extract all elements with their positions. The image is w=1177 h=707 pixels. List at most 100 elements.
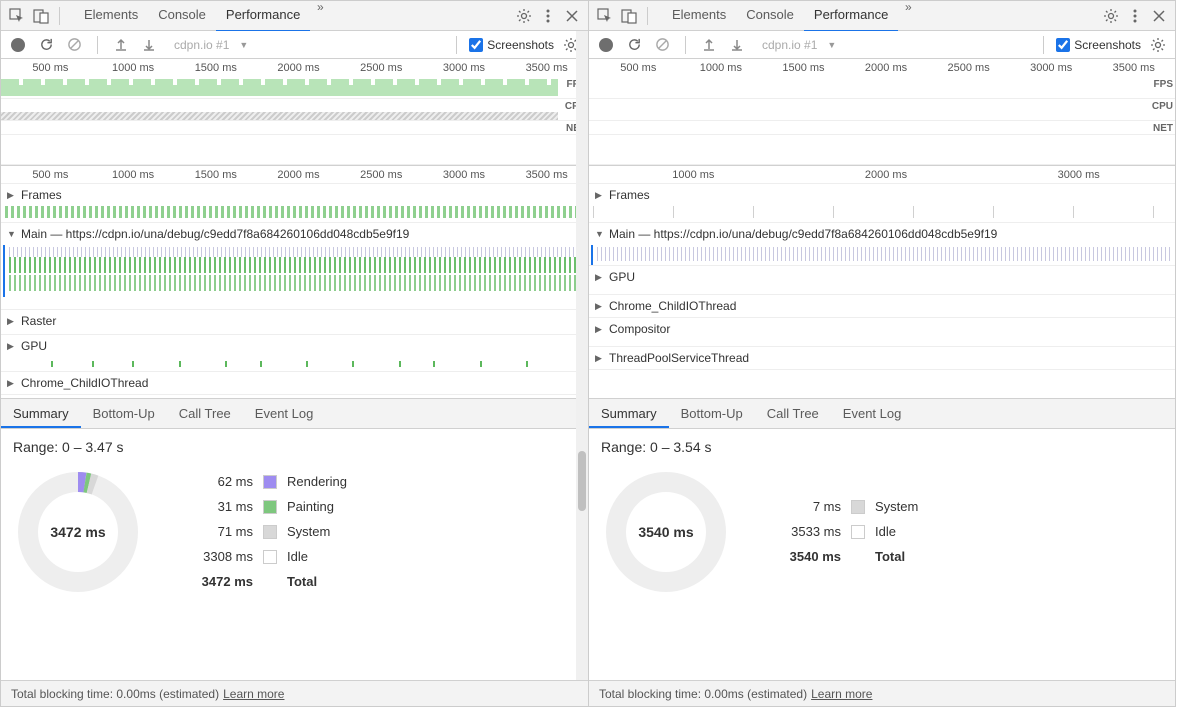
tab-elements[interactable]: Elements [74,0,148,32]
flamechart-region[interactable]: 500 ms1000 ms1500 ms2000 ms2500 ms3000 m… [1,166,588,399]
status-bar: Total blocking time: 0.00ms (estimated) … [589,680,1175,706]
btab-eventlog[interactable]: Event Log [243,399,326,428]
thread-chrome-io[interactable]: ▶Chrome_ChildIOThread [589,295,1175,318]
legend-row: 7 msSystem [771,499,918,514]
reload-button[interactable] [35,34,57,56]
inspect-icon[interactable] [593,4,617,28]
separator [97,36,98,54]
cpu-track: CPU [1,99,588,121]
thread-main[interactable]: ▼Main — https://cdpn.io/una/debug/c9edd7… [1,223,588,310]
btab-calltree[interactable]: Call Tree [755,399,831,428]
download-icon[interactable] [138,34,160,56]
legend-row: 3308 msIdle [183,549,347,564]
device-toggle-icon[interactable] [617,4,641,28]
thread-raster[interactable]: ▶Raster [1,310,588,335]
thread-chrome-io[interactable]: ▶Chrome_ChildIOThread [1,372,588,395]
tab-elements[interactable]: Elements [662,0,736,32]
target-selector[interactable]: cdpn.io #1▼ [754,38,1031,52]
clear-button[interactable] [63,34,85,56]
thread-compositor[interactable]: ▶Compositor [589,318,1175,347]
screenshots-input[interactable] [469,38,483,52]
swatch-idle [263,550,277,564]
disclosure-icon[interactable]: ▶ [595,324,605,335]
disclosure-icon[interactable]: ▼ [7,229,17,239]
separator [456,36,457,54]
thread-frames[interactable]: ▶Frames [589,184,1175,223]
reload-button[interactable] [623,34,645,56]
thread-main[interactable]: ▼Main — https://cdpn.io/una/debug/c9edd7… [589,223,1175,266]
record-button[interactable] [7,34,29,56]
thread-threadpool[interactable]: ▶ThreadPoolServiceThread [589,347,1175,370]
disclosure-icon[interactable]: ▼ [595,229,605,239]
legend-row: 3533 msIdle [771,524,918,539]
tab-console[interactable]: Console [736,0,804,32]
swatch-idle [851,525,865,539]
thread-frames[interactable]: ▶Frames [1,184,588,223]
scrollbar-thumb[interactable] [578,451,586,511]
disclosure-icon[interactable]: ▶ [7,190,17,201]
clear-button[interactable] [651,34,673,56]
tab-performance[interactable]: Performance [216,0,310,32]
frames-strip [593,206,1171,218]
upload-icon[interactable] [698,34,720,56]
disclosure-icon[interactable]: ▶ [7,341,17,352]
screenshots-checkbox[interactable]: Screenshots [469,38,554,52]
btab-summary[interactable]: Summary [589,399,669,428]
close-icon[interactable] [1147,4,1171,28]
flamechart-region[interactable]: 1000 ms2000 ms3000 ms ▶Frames ▼Main — ht… [589,166,1175,399]
separator [1043,36,1044,54]
device-toggle-icon[interactable] [29,4,53,28]
learn-more-link[interactable]: Learn more [811,687,872,701]
disclosure-icon[interactable]: ▶ [595,272,605,283]
range-text: Range: 0 – 3.54 s [601,439,1163,455]
fps-track: FPS [1,77,588,99]
download-icon[interactable] [726,34,748,56]
settings-icon[interactable] [1099,4,1123,28]
chevron-down-icon: ▼ [239,40,248,50]
disclosure-icon[interactable]: ▶ [595,301,605,312]
disclosure-icon[interactable]: ▶ [595,353,605,364]
swatch-system [851,500,865,514]
legend-row-total: 3540 msTotal [771,549,918,564]
scrollbar[interactable] [576,31,588,680]
disclosure-icon[interactable]: ▶ [7,378,17,389]
capture-settings-icon[interactable] [1147,34,1169,56]
overview-region[interactable]: 500 ms1000 ms1500 ms2000 ms2500 ms3000 m… [1,59,588,166]
target-selector[interactable]: cdpn.io #1▼ [166,38,444,52]
record-button[interactable] [595,34,617,56]
inspect-icon[interactable] [5,4,29,28]
learn-more-link[interactable]: Learn more [223,687,284,701]
target-label: cdpn.io #1 [762,38,817,52]
btab-bottomup[interactable]: Bottom-Up [81,399,167,428]
settings-icon[interactable] [512,4,536,28]
tab-console[interactable]: Console [148,0,216,32]
bottom-tabs: Summary Bottom-Up Call Tree Event Log [1,399,588,429]
overview-region[interactable]: 500 ms1000 ms1500 ms2000 ms2500 ms3000 m… [589,59,1175,166]
screenshots-checkbox[interactable]: Screenshots [1056,38,1141,52]
tab-performance[interactable]: Performance [804,0,898,32]
btab-calltree[interactable]: Call Tree [167,399,243,428]
upload-icon[interactable] [110,34,132,56]
screenshots-input[interactable] [1056,38,1070,52]
overview-timescale: 500 ms1000 ms1500 ms2000 ms2500 ms3000 m… [1,59,588,77]
disclosure-icon[interactable]: ▶ [595,190,605,201]
disclosure-icon[interactable]: ▶ [7,316,17,327]
screenshot-strip [589,135,1175,165]
separator [59,7,60,25]
btab-eventlog[interactable]: Event Log [831,399,914,428]
summary-pane: Range: 0 – 3.47 s 3472 ms 62 msRendering… [1,429,588,681]
legend-row: 31 msPainting [183,499,347,514]
btab-bottomup[interactable]: Bottom-Up [669,399,755,428]
kebab-icon[interactable] [1123,4,1147,28]
bottom-tabs: Summary Bottom-Up Call Tree Event Log [589,399,1175,429]
devtools-panel-right: Elements Console Performance » cdpn.io #… [588,0,1176,707]
more-tabs-icon[interactable]: » [310,0,330,32]
more-tabs-icon[interactable]: » [898,0,918,32]
kebab-icon[interactable] [536,4,560,28]
thread-gpu[interactable]: ▶GPU [1,335,588,372]
separator [647,7,648,25]
thread-gpu[interactable]: ▶GPU [589,266,1175,295]
btab-summary[interactable]: Summary [1,399,81,428]
legend-row: 62 msRendering [183,474,347,489]
close-icon[interactable] [560,4,584,28]
